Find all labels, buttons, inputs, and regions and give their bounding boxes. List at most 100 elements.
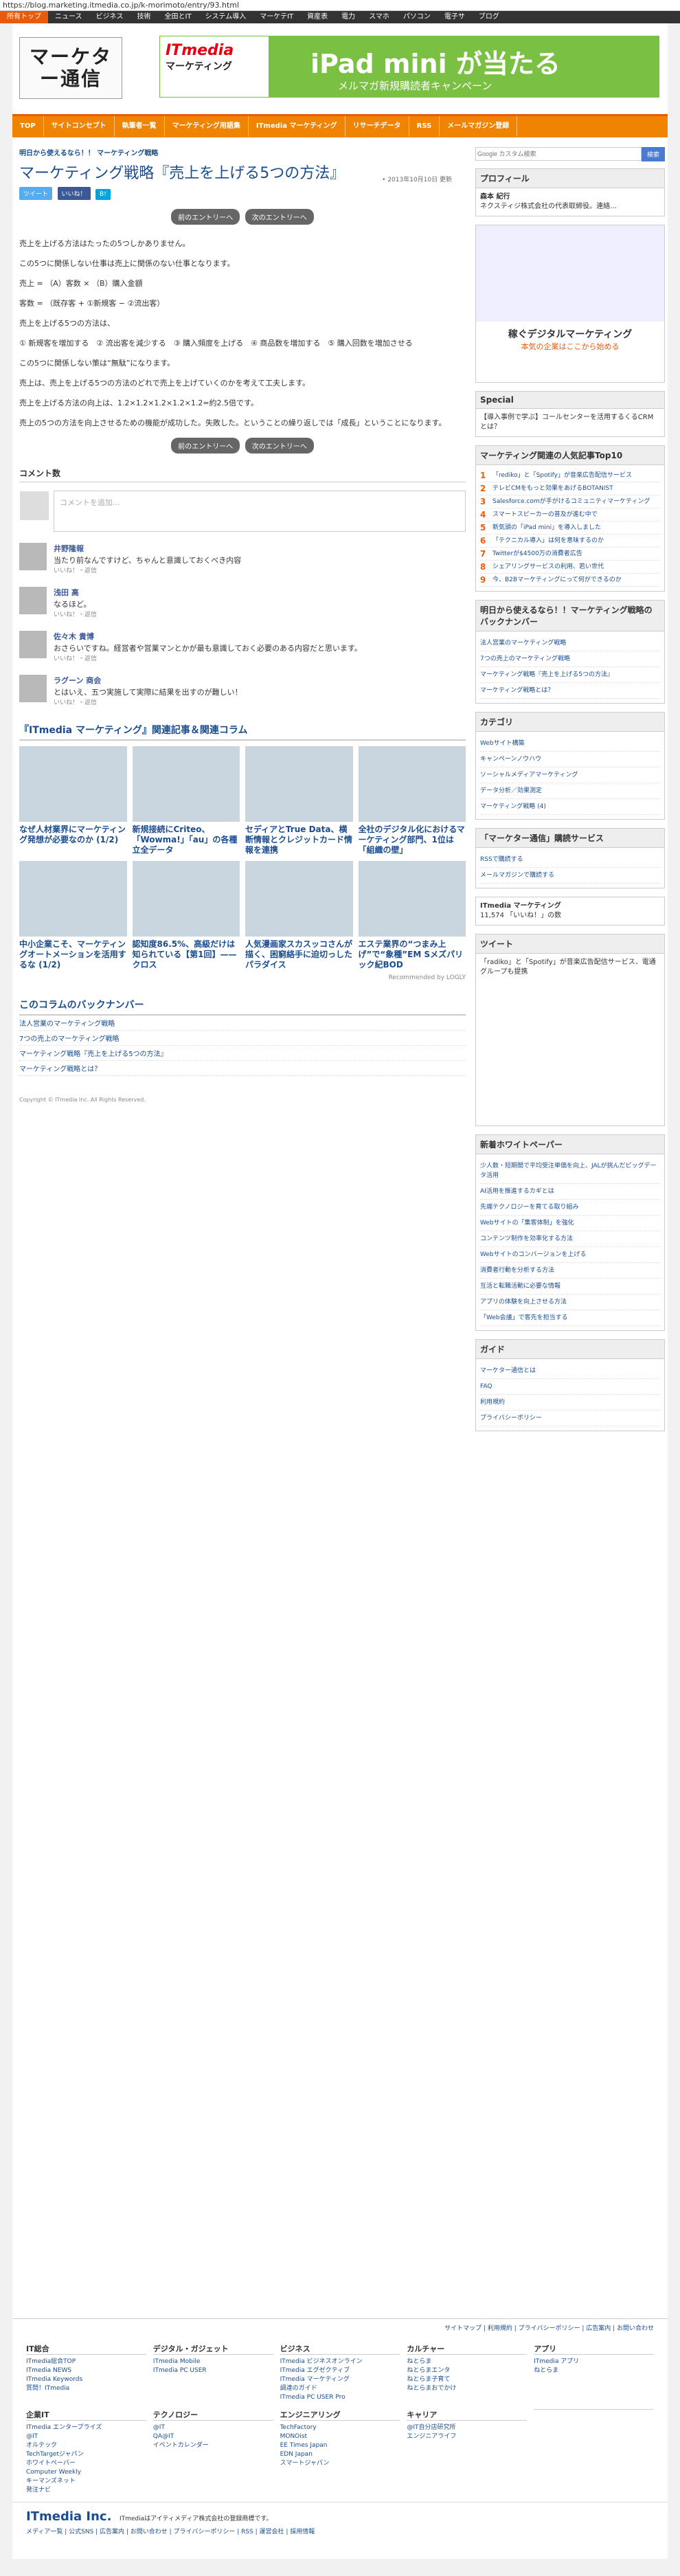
whitepaper-link[interactable]: Webサイトの「集客体制」を強化 [480, 1216, 660, 1231]
site-nav-item[interactable]: メールマガジン登録 [440, 116, 518, 137]
comment-actions[interactable]: いいね！・返信 [54, 565, 466, 574]
footer-link[interactable]: ITmedia ビジネスオンライン [280, 2357, 400, 2366]
footer-link[interactable]: 発注ナビ [26, 2486, 146, 2495]
topnav-item[interactable]: パソコン [396, 11, 438, 23]
topnav-item[interactable]: ブログ [472, 11, 506, 23]
footer-link[interactable]: ITmedia Keywords [26, 2375, 146, 2384]
ranking-item[interactable]: 6 「テクニカル導入」は何を意味するのか [480, 535, 660, 548]
whitepaper-link[interactable]: Webサイトのコンバージョンを上げる [480, 1247, 660, 1263]
related-card[interactable]: 人気漫画家スカスッコさんが描く、困窮絡手に迫切っしたパラダイス [245, 861, 353, 970]
topnav-item[interactable]: ビジネス [89, 11, 131, 23]
sidebar-backnumber-link[interactable]: 法人営業のマーケティング戦略 [480, 636, 660, 651]
whitepaper-link[interactable]: 互活と転職活動に必要な情報 [480, 1279, 660, 1295]
breadcrumb[interactable]: 明日から使えるなら！！ マーケティング戦略 [19, 147, 466, 159]
special-item[interactable]: 【導入事例で学ぶ】コールセンターを活用するくるCRMとは？ [476, 409, 664, 436]
footer-link[interactable]: ITmedia エンタープライズ [26, 2423, 146, 2432]
related-card[interactable]: なぜ人材業界にマーケティング発想が必要なのか (1/2) [19, 746, 127, 855]
subscribe-link[interactable]: RSSで購読する [480, 852, 660, 868]
comment-author[interactable]: 浅田 高 [54, 587, 466, 598]
category-link[interactable]: ソーシャルメディアマーケティング [480, 768, 660, 783]
footer-link[interactable]: Computer Weekly [26, 2468, 146, 2477]
related-card[interactable]: セディアとTrue Data、横断情報とクレジットカード情報を連携 [245, 746, 353, 855]
topnav-item[interactable]: スマホ [362, 11, 396, 23]
whitepaper-link[interactable]: 「Web会議」で客先を担当する [480, 1310, 660, 1326]
footer-link[interactable]: ねとらま子育て [407, 2375, 527, 2384]
ranking-item[interactable]: 8 シェアリングサービスの利用、若い世代 [480, 561, 660, 574]
facebook-like-button[interactable]: いいね！ [57, 187, 91, 200]
topnav-item[interactable]: 電力 [335, 11, 362, 23]
related-card[interactable]: 新規接続にCriteo、「Wowma!」「au」の各種立全データ [132, 746, 240, 855]
footer-link[interactable]: オルテック [26, 2441, 146, 2450]
corp-logo[interactable]: ITmedia Inc. [26, 2509, 111, 2524]
guide-link[interactable]: プライバシーポリシー [480, 1411, 660, 1426]
footer-link[interactable]: ねとらま [534, 2366, 654, 2375]
recommended-by[interactable]: Recommended by LOGLY [19, 974, 466, 981]
site-logo[interactable]: マーケター通信 [19, 37, 122, 99]
related-card[interactable]: 中小企業こそ、マーケティングオートメーションを活用するな (1/2) [19, 861, 127, 970]
facebook-page-name[interactable]: ITmedia マーケティング [480, 902, 561, 910]
ad-banner[interactable]: ITmedia マーケティング iPad mini が当たる メルマガ新規購読者… [159, 36, 659, 98]
whitepaper-link[interactable]: AI活用を推進するカギとは [480, 1184, 660, 1200]
footer-links[interactable]: サイトマップ | 利用規約 | プライバシーポリシー | 広告案内 | お問い合… [12, 2319, 668, 2336]
avatar[interactable] [19, 587, 47, 614]
subscribe-link[interactable]: メールマガジンで購読する [480, 868, 660, 884]
comment-author[interactable]: 佐々木 貴博 [54, 631, 466, 642]
topnav-item[interactable]: ニュース [48, 11, 89, 23]
ranking-item[interactable]: 5 新気頭の「iPad mini」を導入しました [480, 522, 660, 535]
guide-link[interactable]: マーケター通信とは [480, 1363, 660, 1379]
footer-link[interactable]: MONOist [280, 2432, 400, 2441]
backnumber-link[interactable]: マーケティング戦略とは？ [19, 1061, 466, 1076]
footer-link[interactable]: ホワイトペーパー [26, 2459, 146, 2468]
site-nav-item[interactable]: サイトコンセプト [44, 116, 115, 137]
footer-link[interactable]: ねとらまおでかけ [407, 2384, 527, 2393]
ranking-item[interactable]: 1 「rediko」と「Spotify」が音楽広告配信サービス [480, 469, 660, 482]
footer-link[interactable]: ITmedia アプリ [534, 2357, 654, 2366]
site-nav-item[interactable]: 執筆者一覧 [115, 116, 165, 137]
site-nav-item[interactable]: TOP [12, 116, 44, 137]
footer-bottom-links[interactable]: メディア一覧 | 公式SNS | 広告案内 | お問い合わせ | プライバシーポ… [26, 2527, 654, 2535]
footer-link[interactable]: @IT [26, 2432, 146, 2441]
ad-box[interactable]: 稼ぐデジタルマーケティング 本気の企業はここから始める [475, 225, 665, 383]
footer-link[interactable]: ITmedia エグゼクティブ [280, 2366, 400, 2375]
backnumber-link[interactable]: 7つの売上のマーケティング戦略 [19, 1031, 466, 1046]
footer-link[interactable]: @IT [153, 2423, 273, 2432]
sidebar-backnumber-link[interactable]: マーケティング戦略とは？ [480, 683, 660, 699]
footer-link[interactable]: スマートジャパン [280, 2459, 400, 2468]
topnav-item[interactable]: 全田とIT [158, 11, 199, 23]
footer-link[interactable]: キーマンズネット [26, 2477, 146, 2486]
footer-link[interactable]: ねとらま [407, 2357, 527, 2366]
comment-author[interactable]: ラグーン 商会 [54, 675, 466, 686]
category-link[interactable]: キャンペーンノウハウ [480, 752, 660, 768]
whitepaper-link[interactable]: アプリの体験を向上させる方法 [480, 1295, 660, 1310]
footer-link[interactable]: イベントカレンダー [153, 2441, 273, 2450]
footer-link[interactable]: ITmedia PC USER [153, 2366, 273, 2375]
topnav-item[interactable]: マーケテIT [253, 11, 300, 23]
footer-link[interactable]: 質問！ITmedia [26, 2384, 146, 2393]
footer-link[interactable]: ITmedia Mobile [153, 2357, 273, 2366]
guide-link[interactable]: 利用規約 [480, 1395, 660, 1411]
ranking-item[interactable]: 3 Salesforce.comが手がけるコミュニティマーケティング [480, 495, 660, 508]
avatar[interactable] [19, 675, 47, 702]
topnav-item[interactable]: 資産表 [300, 11, 335, 23]
tweet-text[interactable]: 「radiko」と「Spotify」が音楽広告配信サービス、電通グループも提携 [476, 954, 664, 981]
related-card[interactable]: 全社のデジタル化におけるマーケティング部門、1位は「組織の壁」 [358, 746, 466, 855]
profile-name[interactable]: 森本 紀行 [480, 193, 510, 201]
comment-actions[interactable]: いいね！・返信 [54, 653, 466, 662]
topnav-item[interactable]: システム導入 [199, 11, 253, 23]
whitepaper-link[interactable]: 少人数・短期間で平均受注単価を向上、JALが挑んだビッグデータ活用 [480, 1158, 660, 1184]
footer-link[interactable]: ITmedia総合TOP [26, 2357, 146, 2366]
backnumber-link[interactable]: マーケティング戦略『売上を上げる5つの方法』 [19, 1046, 466, 1061]
search-input[interactable] [475, 147, 642, 161]
comment-author[interactable]: 井野隆報 [54, 543, 466, 554]
site-nav-item[interactable]: ITmedia マーケティング [249, 116, 345, 137]
footer-link[interactable]: ITmedia NEWS [26, 2366, 146, 2375]
ranking-item[interactable]: 9 今、B2Bマーケティングにって何ができるのか [480, 574, 660, 587]
footer-link[interactable]: TechTargetジャパン [26, 2450, 146, 2459]
avatar[interactable] [19, 543, 47, 570]
comment-actions[interactable]: いいね！・返信 [54, 697, 466, 706]
address-bar[interactable]: https://blog.marketing.itmedia.co.jp/k-m… [0, 0, 680, 11]
site-nav-item[interactable]: マーケティング用語集 [165, 116, 249, 137]
topnav-item[interactable]: 所有トップ [0, 11, 48, 23]
category-link[interactable]: Webサイト構築 [480, 736, 660, 752]
footer-link[interactable]: ねとらまエンタ [407, 2366, 527, 2375]
